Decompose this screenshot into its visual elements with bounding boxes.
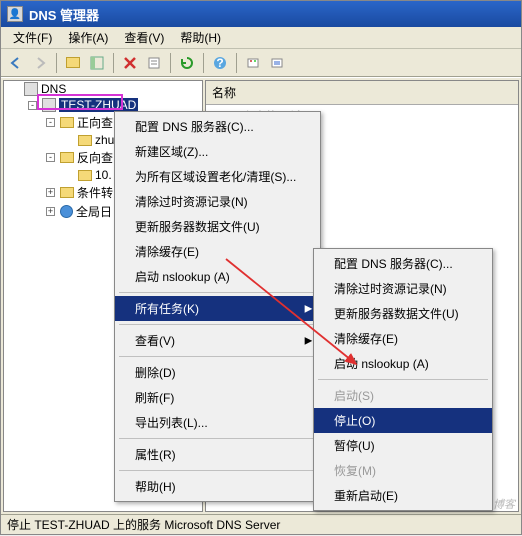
- folder-icon: [60, 152, 74, 163]
- dns-manager-window: 👤 DNS 管理器 文件(F) 操作(A) 查看(V) 帮助(H) ?: [0, 0, 522, 535]
- app-icon: 👤: [7, 6, 23, 22]
- filter-button[interactable]: [242, 52, 264, 74]
- folder-icon: [78, 170, 92, 181]
- collapse-icon[interactable]: -: [46, 153, 55, 162]
- menu-separator: [318, 379, 488, 380]
- delete-button[interactable]: [119, 52, 141, 74]
- submenu-start: 启动(S): [314, 383, 492, 408]
- menu-separator: [119, 470, 316, 471]
- help-button[interactable]: ?: [209, 52, 231, 74]
- menu-separator: [119, 438, 316, 439]
- folder-icon: [78, 135, 92, 146]
- expand-icon[interactable]: +: [46, 207, 55, 216]
- menu-properties[interactable]: 属性(R): [115, 442, 320, 467]
- menu-all-tasks[interactable]: 所有任务(K)▶: [115, 296, 320, 321]
- find-button[interactable]: [266, 52, 288, 74]
- submenu-resume: 恢复(M): [314, 458, 492, 483]
- refresh-button[interactable]: [176, 52, 198, 74]
- menu-refresh[interactable]: 刷新(F): [115, 385, 320, 410]
- submenu-pause[interactable]: 暂停(U): [314, 433, 492, 458]
- context-menu-main: 配置 DNS 服务器(C)... 新建区域(Z)... 为所有区域设置老化/清理…: [114, 111, 321, 502]
- menu-view[interactable]: 查看(V): [116, 27, 172, 48]
- properties-button[interactable]: [143, 52, 165, 74]
- menu-clear-cache[interactable]: 清除缓存(E): [115, 239, 320, 264]
- toolbar: ?: [1, 49, 521, 77]
- submenu-start-nslookup[interactable]: 启动 nslookup (A): [314, 351, 492, 376]
- folder-icon: [60, 187, 74, 198]
- menu-export-list[interactable]: 导出列表(L)...: [115, 410, 320, 435]
- collapse-icon[interactable]: -: [46, 118, 55, 127]
- menu-new-zone[interactable]: 新建区域(Z)...: [115, 139, 320, 164]
- title-bar: 👤 DNS 管理器: [1, 1, 521, 27]
- submenu-config-dns[interactable]: 配置 DNS 服务器(C)...: [314, 251, 492, 276]
- globe-icon: [60, 205, 73, 218]
- svg-text:?: ?: [216, 56, 223, 70]
- expand-icon[interactable]: +: [46, 188, 55, 197]
- submenu-arrow-icon: ▶: [305, 303, 313, 314]
- submenu-arrow-icon: ▶: [305, 335, 313, 346]
- menu-set-aging[interactable]: 为所有区域设置老化/清理(S)...: [115, 164, 320, 189]
- folder-icon: [60, 117, 74, 128]
- menu-help[interactable]: 帮助(H): [172, 27, 229, 48]
- menu-bar: 文件(F) 操作(A) 查看(V) 帮助(H): [1, 27, 521, 49]
- menu-file[interactable]: 文件(F): [5, 27, 60, 48]
- menu-separator: [119, 292, 316, 293]
- forward-button[interactable]: [29, 52, 51, 74]
- server-icon: [42, 98, 56, 112]
- menu-separator: [119, 356, 316, 357]
- menu-help[interactable]: 帮助(H): [115, 474, 320, 499]
- menu-start-nslookup[interactable]: 启动 nslookup (A): [115, 264, 320, 289]
- window-title: DNS 管理器: [29, 5, 99, 24]
- menu-clear-stale[interactable]: 清除过时资源记录(N): [115, 189, 320, 214]
- collapse-icon[interactable]: -: [28, 101, 37, 110]
- dns-icon: [24, 82, 38, 96]
- submenu-update-data[interactable]: 更新服务器数据文件(U): [314, 301, 492, 326]
- show-hide-tree-button[interactable]: [86, 52, 108, 74]
- menu-view[interactable]: 查看(V)▶: [115, 328, 320, 353]
- back-button[interactable]: [5, 52, 27, 74]
- status-bar: 停止 TEST-ZHUAD 上的服务 Microsoft DNS Server: [1, 514, 521, 534]
- submenu-restart[interactable]: 重新启动(E): [314, 483, 492, 508]
- submenu-clear-cache[interactable]: 清除缓存(E): [314, 326, 492, 351]
- menu-delete[interactable]: 删除(D): [115, 360, 320, 385]
- column-header-name[interactable]: 名称: [206, 81, 518, 105]
- menu-action[interactable]: 操作(A): [60, 27, 116, 48]
- menu-separator: [119, 324, 316, 325]
- menu-update-data[interactable]: 更新服务器数据文件(U): [115, 214, 320, 239]
- submenu-clear-stale[interactable]: 清除过时资源记录(N): [314, 276, 492, 301]
- status-text: 停止 TEST-ZHUAD 上的服务 Microsoft DNS Server: [7, 516, 280, 533]
- context-menu-sub: 配置 DNS 服务器(C)... 清除过时资源记录(N) 更新服务器数据文件(U…: [313, 248, 493, 511]
- submenu-stop[interactable]: 停止(O): [314, 408, 492, 433]
- tree-root-dns[interactable]: DNS: [8, 81, 202, 97]
- menu-config-dns[interactable]: 配置 DNS 服务器(C)...: [115, 114, 320, 139]
- up-button[interactable]: [62, 52, 84, 74]
